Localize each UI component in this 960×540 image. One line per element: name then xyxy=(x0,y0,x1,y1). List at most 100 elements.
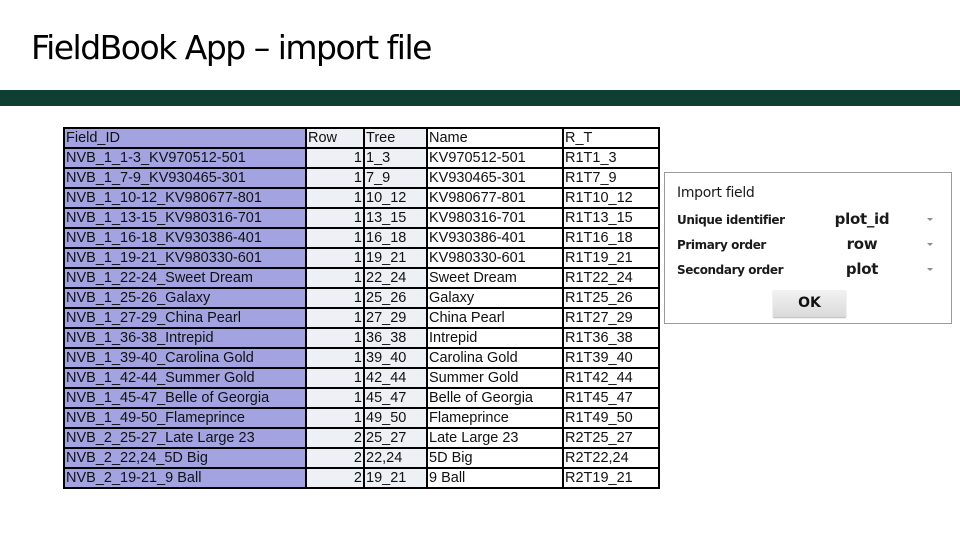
cell-r-t[interactable]: R1T19_21 xyxy=(563,247,659,268)
cell-row[interactable]: 1 xyxy=(306,407,365,428)
cell-name[interactable]: Sweet Dream xyxy=(427,267,564,288)
cell-r-t[interactable]: R1T13_15 xyxy=(563,207,659,228)
secondary-order-label: Secondary order xyxy=(677,263,784,277)
cell-row[interactable]: 1 xyxy=(306,207,365,228)
cell-field-id[interactable]: NVB_1_27-29_China Pearl xyxy=(64,307,307,328)
dropdown-arrow-icon[interactable] xyxy=(927,268,933,271)
primary-order-select[interactable]: row xyxy=(807,235,917,253)
header-r-t[interactable]: R_T xyxy=(563,127,659,148)
cell-row[interactable]: 1 xyxy=(306,347,365,368)
cell-r-t[interactable]: R1T49_50 xyxy=(563,407,659,428)
cell-tree[interactable]: 27_29 xyxy=(364,307,428,328)
cell-r-t[interactable]: R2T25_27 xyxy=(563,427,659,448)
cell-field-id[interactable]: NVB_1_36-38_Intrepid xyxy=(64,327,307,348)
cell-r-t[interactable]: R1T36_38 xyxy=(563,327,659,348)
cell-name[interactable]: China Pearl xyxy=(427,307,564,328)
cell-r-t[interactable]: R2T22,24 xyxy=(563,447,659,468)
cell-r-t[interactable]: R1T45_47 xyxy=(563,387,659,408)
cell-r-t[interactable]: R1T27_29 xyxy=(563,307,659,328)
cell-r-t[interactable]: R1T39_40 xyxy=(563,347,659,368)
cell-row[interactable]: 1 xyxy=(306,167,365,188)
cell-row[interactable]: 1 xyxy=(306,387,365,408)
cell-row[interactable]: 1 xyxy=(306,247,365,268)
cell-tree[interactable]: 7_9 xyxy=(364,167,428,188)
cell-r-t[interactable]: R1T1_3 xyxy=(563,147,659,168)
cell-field-id[interactable]: NVB_1_19-21_KV980330-601 xyxy=(64,247,307,268)
cell-field-id[interactable]: NVB_2_19-21_9 Ball xyxy=(64,467,307,488)
cell-row[interactable]: 1 xyxy=(306,367,365,388)
cell-r-t[interactable]: R1T10_12 xyxy=(563,187,659,208)
cell-tree[interactable]: 49_50 xyxy=(364,407,428,428)
cell-field-id[interactable]: NVB_1_22-24_Sweet Dream xyxy=(64,267,307,288)
header-field-id[interactable]: Field_ID xyxy=(64,127,307,148)
cell-name[interactable]: KV930386-401 xyxy=(427,227,564,248)
cell-tree[interactable]: 36_38 xyxy=(364,327,428,348)
cell-tree[interactable]: 39_40 xyxy=(364,347,428,368)
cell-row[interactable]: 1 xyxy=(306,267,365,288)
cell-field-id[interactable]: NVB_1_49-50_Flameprince xyxy=(64,407,307,428)
cell-row[interactable]: 1 xyxy=(306,287,365,308)
cell-tree[interactable]: 22,24 xyxy=(364,447,428,468)
cell-tree[interactable]: 25_27 xyxy=(364,427,428,448)
cell-r-t[interactable]: R1T16_18 xyxy=(563,227,659,248)
cell-tree[interactable]: 45_47 xyxy=(364,387,428,408)
cell-row[interactable]: 1 xyxy=(306,327,365,348)
cell-field-id[interactable]: NVB_2_22,24_5D Big xyxy=(64,447,307,468)
cell-name[interactable]: Carolina Gold xyxy=(427,347,564,368)
cell-tree[interactable]: 42_44 xyxy=(364,367,428,388)
cell-tree[interactable]: 22_24 xyxy=(364,267,428,288)
cell-name[interactable]: KV980330-601 xyxy=(427,247,564,268)
cell-row[interactable]: 2 xyxy=(306,447,365,468)
header-name[interactable]: Name xyxy=(427,127,564,148)
cell-row[interactable]: 2 xyxy=(306,427,365,448)
cell-field-id[interactable]: NVB_1_7-9_KV930465-301 xyxy=(64,167,307,188)
cell-name[interactable]: 5D Big xyxy=(427,447,564,468)
unique-identifier-select[interactable]: plot_id xyxy=(807,210,917,228)
dropdown-arrow-icon[interactable] xyxy=(927,218,933,221)
ok-button[interactable]: OK xyxy=(773,290,846,317)
cell-name[interactable]: KV930465-301 xyxy=(427,167,564,188)
table-row: NVB_2_22,24_5D Big 2 22,24 5D Big R2T22,24 xyxy=(64,447,659,468)
cell-name[interactable]: Belle of Georgia xyxy=(427,387,564,408)
cell-r-t[interactable]: R1T25_26 xyxy=(563,287,659,308)
cell-r-t[interactable]: R1T22_24 xyxy=(563,267,659,288)
cell-tree[interactable]: 10_12 xyxy=(364,187,428,208)
cell-field-id[interactable]: NVB_1_39-40_Carolina Gold xyxy=(64,347,307,368)
cell-tree[interactable]: 19_21 xyxy=(364,467,428,488)
cell-field-id[interactable]: NVB_1_25-26_Galaxy xyxy=(64,287,307,308)
cell-field-id[interactable]: NVB_2_25-27_Late Large 23 xyxy=(64,427,307,448)
cell-name[interactable]: Intrepid xyxy=(427,327,564,348)
cell-tree[interactable]: 1_3 xyxy=(364,147,428,168)
cell-tree[interactable]: 19_21 xyxy=(364,247,428,268)
cell-row[interactable]: 1 xyxy=(306,187,365,208)
import-field-dialog: Import field Unique identifier plot_id P… xyxy=(664,172,952,324)
cell-field-id[interactable]: NVB_1_42-44_Summer Gold xyxy=(64,367,307,388)
cell-name[interactable]: Flameprince xyxy=(427,407,564,428)
cell-field-id[interactable]: NVB_1_13-15_KV980316-701 xyxy=(64,207,307,228)
cell-field-id[interactable]: NVB_1_16-18_KV930386-401 xyxy=(64,227,307,248)
cell-tree[interactable]: 25_26 xyxy=(364,287,428,308)
cell-r-t[interactable]: R1T42_44 xyxy=(563,367,659,388)
cell-name[interactable]: KV980677-801 xyxy=(427,187,564,208)
cell-tree[interactable]: 16_18 xyxy=(364,227,428,248)
cell-r-t[interactable]: R1T7_9 xyxy=(563,167,659,188)
cell-name[interactable]: 9 Ball xyxy=(427,467,564,488)
dropdown-arrow-icon[interactable] xyxy=(927,243,933,246)
cell-field-id[interactable]: NVB_1_1-3_KV970512-501 xyxy=(64,147,307,168)
cell-name[interactable]: Summer Gold xyxy=(427,367,564,388)
cell-row[interactable]: 1 xyxy=(306,147,365,168)
cell-row[interactable]: 1 xyxy=(306,227,365,248)
cell-row[interactable]: 1 xyxy=(306,307,365,328)
cell-field-id[interactable]: NVB_1_10-12_KV980677-801 xyxy=(64,187,307,208)
cell-name[interactable]: KV980316-701 xyxy=(427,207,564,228)
cell-name[interactable]: Galaxy xyxy=(427,287,564,308)
cell-r-t[interactable]: R2T19_21 xyxy=(563,467,659,488)
cell-name[interactable]: KV970512-501 xyxy=(427,147,564,168)
cell-row[interactable]: 2 xyxy=(306,467,365,488)
header-row-col[interactable]: Row xyxy=(306,127,365,148)
header-tree[interactable]: Tree xyxy=(364,127,428,148)
cell-field-id[interactable]: NVB_1_45-47_Belle of Georgia xyxy=(64,387,307,408)
cell-tree[interactable]: 13_15 xyxy=(364,207,428,228)
secondary-order-select[interactable]: plot xyxy=(807,260,917,278)
cell-name[interactable]: Late Large 23 xyxy=(427,427,564,448)
